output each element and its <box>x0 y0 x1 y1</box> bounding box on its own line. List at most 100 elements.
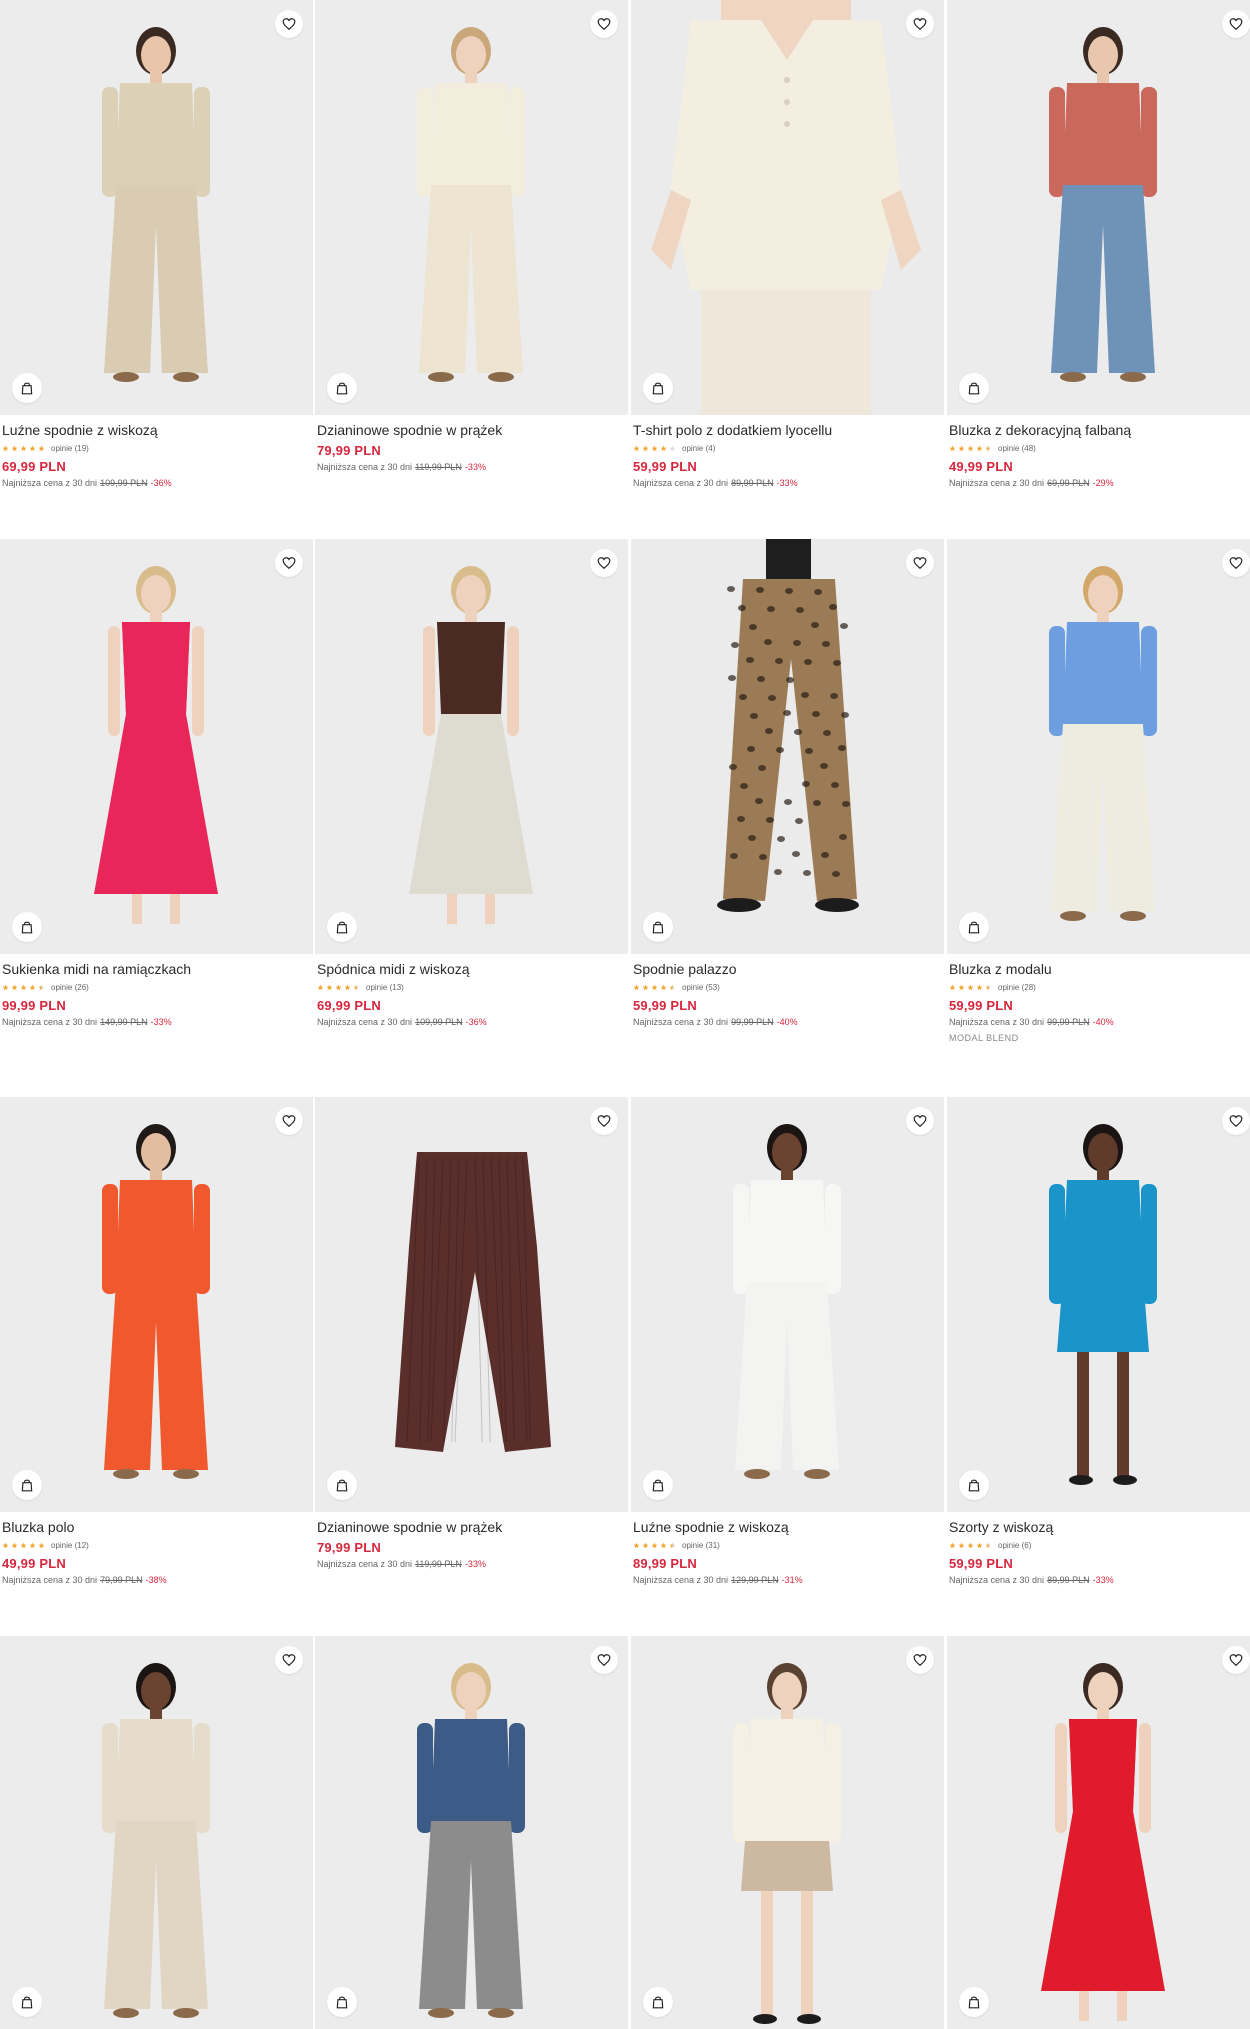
lowest-price-info: Najniższa cena z 30 dni 129,99 PLN -31% <box>633 1575 942 1585</box>
lowest-price-info: Najniższa cena z 30 dni 99,99 PLN -40% <box>949 1017 1250 1027</box>
product-image[interactable] <box>0 0 313 415</box>
product-card[interactable] <box>0 1636 313 2029</box>
product-image[interactable] <box>947 0 1250 415</box>
review-count[interactable]: opinie (48) <box>998 444 1036 453</box>
favorite-button[interactable] <box>1222 1107 1250 1135</box>
favorite-button[interactable] <box>275 1646 303 1674</box>
product-name[interactable]: Bluzka polo <box>2 1519 311 1536</box>
product-name[interactable]: T-shirt polo z dodatkiem lyocellu <box>633 422 942 439</box>
add-to-cart-button[interactable] <box>643 1987 673 2017</box>
add-to-cart-button[interactable] <box>643 912 673 942</box>
review-count[interactable]: opinie (13) <box>366 983 404 992</box>
add-to-cart-button[interactable] <box>959 1470 989 1500</box>
lowest-price-label: Najniższa cena z 30 dni <box>633 1575 729 1585</box>
product-image[interactable] <box>0 539 313 954</box>
favorite-button[interactable] <box>275 1107 303 1135</box>
product-name[interactable]: Luźne spodnie z wiskozą <box>2 422 311 439</box>
product-card[interactable]: Luźne spodnie z wiskozą opinie (31) 89,99 … <box>631 1097 944 1585</box>
favorite-button[interactable] <box>590 549 618 577</box>
review-count[interactable]: opinie (28) <box>998 983 1036 992</box>
product-name[interactable]: Spódnica midi z wiskozą <box>317 961 626 978</box>
review-count[interactable]: opinie (19) <box>51 444 89 453</box>
product-card[interactable]: Bluzka z modalu opinie (28) 59,99 PLN Najni… <box>947 539 1250 1043</box>
product-image[interactable] <box>315 1636 628 2029</box>
rating-stars <box>317 984 360 991</box>
add-to-cart-button[interactable] <box>12 373 42 403</box>
star-icon <box>38 984 45 991</box>
product-card[interactable] <box>631 1636 944 2029</box>
add-to-cart-button[interactable] <box>959 373 989 403</box>
product-card[interactable]: Bluzka z dekoracyjną falbaną opinie (48) 4… <box>947 0 1250 488</box>
review-count[interactable]: opinie (26) <box>51 983 89 992</box>
product-card[interactable]: T-shirt polo z dodatkiem lyocellu opinie … <box>631 0 944 488</box>
product-info: Luźne spodnie z wiskozą opinie (19) 69,99 … <box>0 415 313 488</box>
add-to-cart-button[interactable] <box>327 1470 357 1500</box>
star-icon <box>344 984 351 991</box>
review-count[interactable]: opinie (4) <box>682 444 715 453</box>
product-card[interactable]: Luźne spodnie z wiskozą opinie (19) 69,99 … <box>0 0 313 488</box>
add-to-cart-button[interactable] <box>959 1987 989 2017</box>
product-name[interactable]: Bluzka z modalu <box>949 961 1250 978</box>
favorite-button[interactable] <box>275 10 303 38</box>
review-count[interactable]: opinie (53) <box>682 983 720 992</box>
review-count[interactable]: opinie (31) <box>682 1541 720 1550</box>
product-image[interactable] <box>315 1097 628 1512</box>
product-card[interactable]: Sukienka midi na ramiączkach opinie (26) 9… <box>0 539 313 1027</box>
add-to-cart-button[interactable] <box>959 912 989 942</box>
shopping-bag-icon <box>336 1996 348 2009</box>
add-to-cart-button[interactable] <box>327 373 357 403</box>
favorite-button[interactable] <box>906 10 934 38</box>
favorite-button[interactable] <box>1222 549 1250 577</box>
review-count[interactable]: opinie (12) <box>51 1541 89 1550</box>
product-image[interactable] <box>947 1097 1250 1512</box>
product-image[interactable] <box>631 1097 944 1512</box>
product-image[interactable] <box>947 539 1250 954</box>
favorite-button[interactable] <box>906 1107 934 1135</box>
favorite-button[interactable] <box>275 549 303 577</box>
product-image[interactable] <box>631 0 944 415</box>
product-image[interactable] <box>315 539 628 954</box>
product-image[interactable] <box>947 1636 1250 2029</box>
favorite-button[interactable] <box>590 1107 618 1135</box>
lowest-price-label: Najniższa cena z 30 dni <box>633 478 729 488</box>
add-to-cart-button[interactable] <box>12 912 42 942</box>
add-to-cart-button[interactable] <box>327 912 357 942</box>
product-name[interactable]: Bluzka z dekoracyjną falbaną <box>949 422 1250 439</box>
product-card[interactable] <box>947 1636 1250 2029</box>
product-name[interactable]: Dzianinowe spodnie w prążek <box>317 422 626 439</box>
favorite-button[interactable] <box>1222 1646 1250 1674</box>
review-count[interactable]: opinie (6) <box>998 1541 1031 1550</box>
favorite-button[interactable] <box>906 1646 934 1674</box>
heart-icon <box>913 1654 927 1667</box>
product-card[interactable]: Spódnica midi z wiskozą opinie (13) 69,99 … <box>315 539 628 1027</box>
product-card[interactable]: Bluzka polo opinie (12) 49,99 PLN Najniższa… <box>0 1097 313 1585</box>
product-name[interactable]: Spodnie palazzo <box>633 961 942 978</box>
product-name[interactable]: Luźne spodnie z wiskozą <box>633 1519 942 1536</box>
favorite-button[interactable] <box>590 10 618 38</box>
product-name[interactable]: Szorty z wiskozą <box>949 1519 1250 1536</box>
add-to-cart-button[interactable] <box>12 1470 42 1500</box>
product-card[interactable]: Spodnie palazzo opinie (53) 59,99 PLN Najni… <box>631 539 944 1027</box>
product-image[interactable] <box>0 1636 313 2029</box>
favorite-button[interactable] <box>590 1646 618 1674</box>
product-image[interactable] <box>0 1097 313 1512</box>
product-card[interactable]: Szorty z wiskozą opinie (6) 59,99 PLN Najni… <box>947 1097 1250 1585</box>
product-rating: opinie (28) <box>949 981 1250 994</box>
product-card[interactable]: Dzianinowe spodnie w prążek 79,99 PLN Najn… <box>315 1097 628 1569</box>
product-image[interactable] <box>631 1636 944 2029</box>
add-to-cart-button[interactable] <box>643 373 673 403</box>
add-to-cart-button[interactable] <box>643 1470 673 1500</box>
product-image[interactable] <box>315 0 628 415</box>
product-info: Dzianinowe spodnie w prążek 79,99 PLN Najn… <box>315 1512 628 1569</box>
product-card[interactable] <box>315 1636 628 2029</box>
product-card[interactable]: Dzianinowe spodnie w prążek 79,99 PLN Najn… <box>315 0 628 472</box>
favorite-button[interactable] <box>906 549 934 577</box>
add-to-cart-button[interactable] <box>327 1987 357 2017</box>
favorite-button[interactable] <box>1222 10 1250 38</box>
product-name[interactable]: Dzianinowe spodnie w prążek <box>317 1519 626 1536</box>
product-name[interactable]: Sukienka midi na ramiączkach <box>2 961 311 978</box>
add-to-cart-button[interactable] <box>12 1987 42 2017</box>
star-icon <box>669 1542 676 1549</box>
rating-stars <box>633 984 676 991</box>
product-image[interactable] <box>631 539 944 954</box>
